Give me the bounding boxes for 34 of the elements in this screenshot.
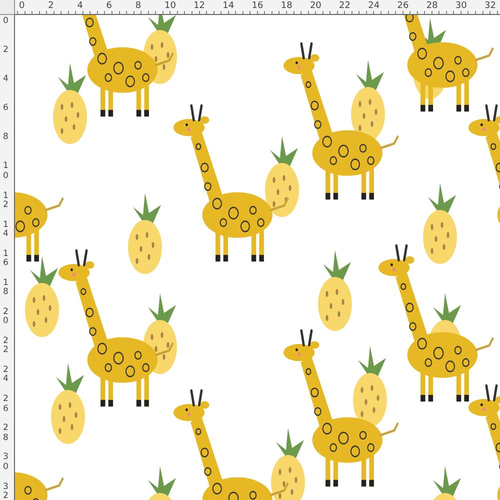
ruler-label: 6 [2,104,8,116]
ruler-label: 32 [2,482,8,500]
ruler-label: 14 [222,0,236,13]
ruler-label: 0 [18,0,26,13]
ruler-label: 4 [76,0,84,13]
ruler-label: 10 [2,162,8,183]
ruler-label: 16 [250,0,264,13]
ruler-label: 30 [454,0,468,13]
ruler-label: 22 [338,0,352,13]
ruler-label: 22 [2,337,8,358]
ruler-label: 26 [2,395,8,416]
ruler-label: 6 [105,0,114,13]
ruler-label: 28 [2,424,8,445]
ruler-label: 0 [2,17,8,28]
ruler-label: 18 [2,278,8,300]
ruler-label: 24 [2,366,8,386]
ruler-label: 28 [425,0,439,13]
ruler-label: 12 [2,192,8,212]
ruler-label: 14 [2,220,8,241]
ruler-label: 20 [2,308,8,328]
ruler-label: 8 [2,133,8,144]
ruler-label: 4 [2,75,8,86]
ruler-label: 32 [484,0,497,13]
ruler-label: 12 [192,0,206,13]
ruler-label: 2 [47,0,55,13]
ruler-label: 30 [2,453,8,474]
ruler-label: 2 [2,46,8,58]
ruler-label: 24 [367,0,381,13]
ruler-label: 18 [280,0,294,13]
ruler-label: 16 [2,250,8,270]
ruler-label: 8 [134,0,142,13]
ruler-label: 20 [308,0,322,13]
ruler-label: 10 [163,0,177,13]
ruler-label: 26 [396,0,410,13]
